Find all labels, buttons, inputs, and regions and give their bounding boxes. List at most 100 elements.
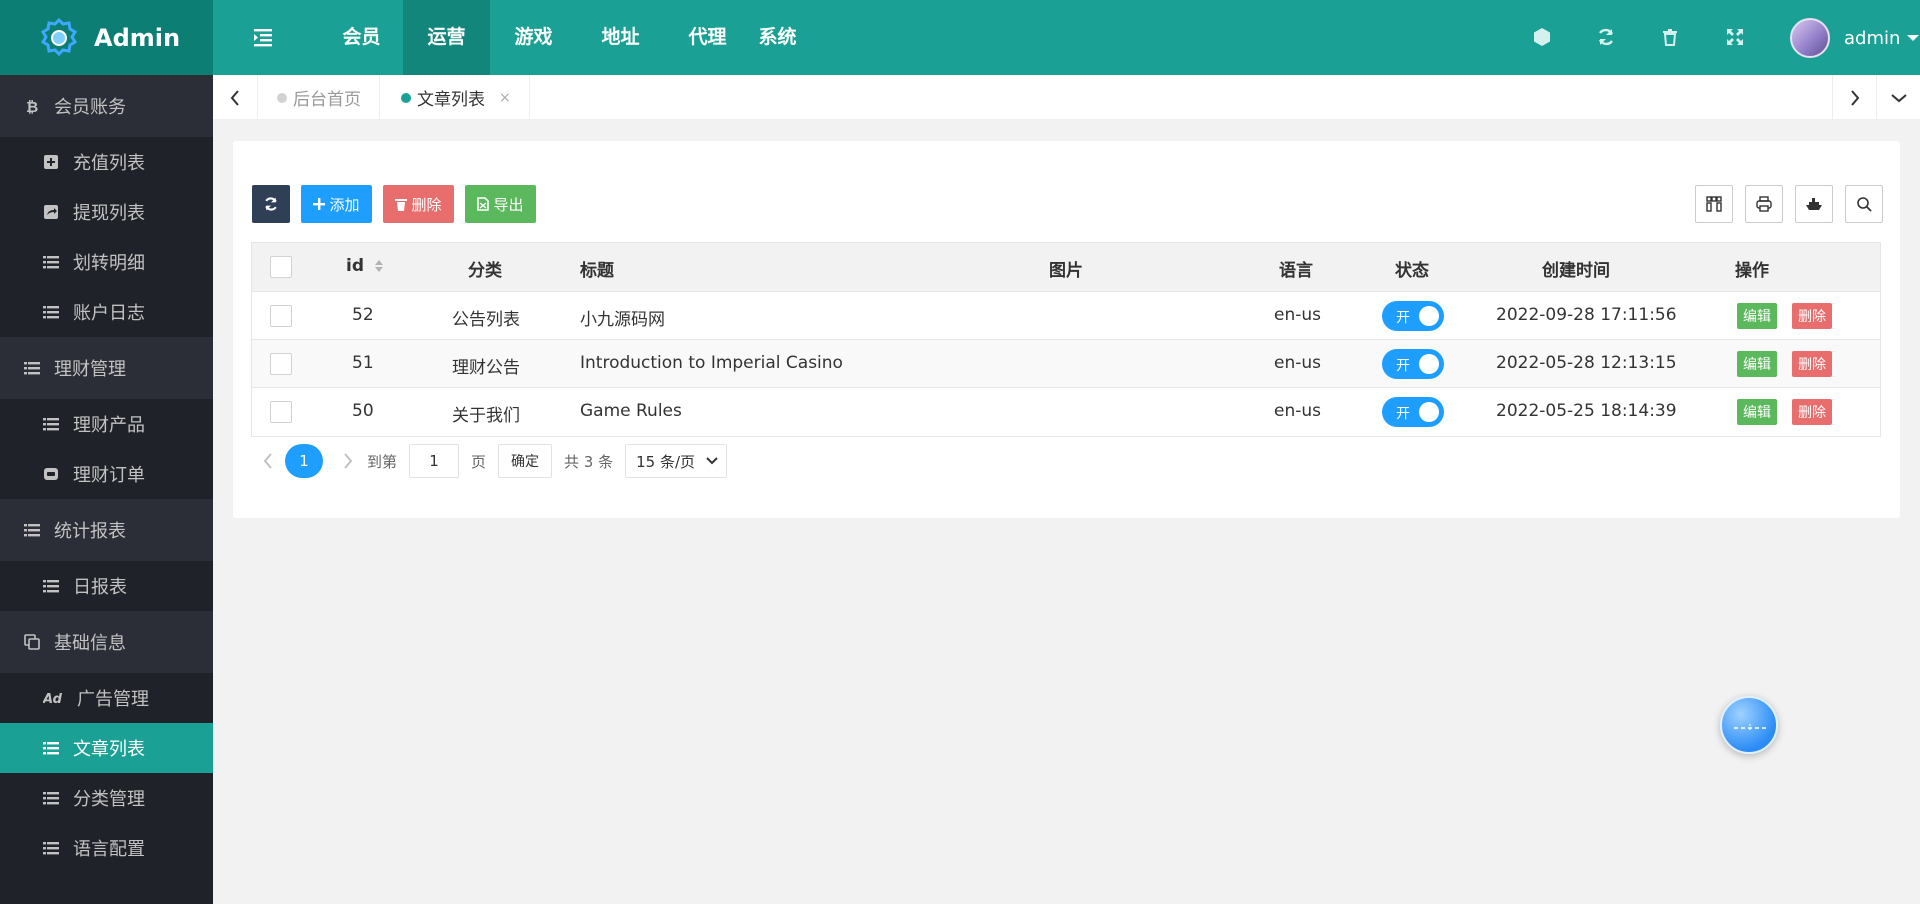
tab-scroll-left-button[interactable] [213, 75, 258, 120]
edit-button[interactable]: 编辑 [1737, 351, 1777, 377]
plus-icon [313, 198, 326, 210]
language-cell: en-us [1274, 401, 1321, 421]
row-delete-button[interactable]: 删除 [1792, 399, 1832, 425]
nav-games[interactable]: 游戏 [490, 0, 577, 75]
sidebar-item-daily-report[interactable]: 日报表 [0, 561, 213, 611]
list-icon [43, 579, 59, 593]
select-all-checkbox[interactable] [270, 256, 292, 278]
refresh-button[interactable] [252, 185, 290, 223]
top-nav: 会员 运营 游戏 地址 代理 系统 [320, 0, 804, 75]
copy-icon [24, 634, 40, 650]
menu-toggle-icon[interactable] [252, 27, 274, 47]
list-icon [43, 305, 59, 319]
sidebar-item-ads[interactable]: Ad 广告管理 [0, 673, 213, 723]
tab-label: 后台首页 [293, 90, 361, 110]
chevron-right-icon [1850, 89, 1860, 106]
row-checkbox[interactable] [270, 305, 292, 327]
list-icon [43, 791, 59, 805]
sidebar-item-transfer-details[interactable]: 划转明细 [0, 237, 213, 287]
table-header: id 分类 标题 图片 语言 状态 创建时间 操作 [252, 243, 1880, 292]
ticket-icon [43, 466, 59, 482]
sidebar-item-categories[interactable]: 分类管理 [0, 773, 213, 823]
title-cell: Game Rules [580, 401, 682, 421]
nav-operations[interactable]: 运营 [403, 0, 490, 75]
cube-icon[interactable] [1532, 27, 1552, 47]
title-cell: 小九源码网 [580, 310, 665, 330]
language-cell: en-us [1274, 305, 1321, 325]
print-button[interactable] [1745, 185, 1783, 223]
nav-address[interactable]: 地址 [577, 0, 664, 75]
refresh-icon[interactable] [1596, 27, 1616, 47]
sidebar-item-language-config[interactable]: 语言配置 [0, 823, 213, 873]
nav-member[interactable]: 会员 [320, 0, 403, 75]
edit-button[interactable]: 编辑 [1737, 303, 1777, 329]
avatar [1790, 18, 1830, 58]
goto-confirm-button[interactable]: 确定 [498, 444, 553, 478]
status-switch[interactable]: 开 [1382, 349, 1444, 379]
row-checkbox[interactable] [270, 353, 292, 375]
caret-down-icon [1906, 33, 1920, 43]
delete-button[interactable]: 删除 [383, 185, 454, 223]
sort-icon[interactable] [374, 258, 384, 274]
created-column-header: 创建时间 [1542, 261, 1610, 281]
created-cell: 2022-09-28 17:11:56 [1496, 305, 1677, 325]
status-switch[interactable]: 开 [1382, 397, 1444, 427]
nav-system[interactable]: 系统 [751, 0, 804, 75]
sidebar-group-reports[interactable]: 统计报表 [0, 499, 213, 561]
export-data-button[interactable] [1795, 185, 1833, 223]
gear-logo-icon [38, 17, 80, 59]
next-page-icon[interactable] [343, 453, 353, 469]
floating-assistant-button[interactable] [1720, 696, 1778, 754]
export-button[interactable]: 导出 [465, 185, 536, 223]
export-icon [477, 197, 490, 211]
tab-articles[interactable]: 文章列表 × [383, 75, 530, 120]
tab-menu-button[interactable] [1876, 75, 1920, 120]
row-checkbox[interactable] [270, 401, 292, 423]
goto-label: 到第 [367, 452, 398, 471]
id-column-header[interactable]: id [346, 256, 384, 276]
goto-page-input[interactable] [409, 444, 460, 478]
tab-home[interactable]: 后台首页 [259, 75, 380, 120]
switch-knob [1419, 402, 1439, 422]
sidebar: ₿ 会员账务 充值列表 提现列表 划转明细 账户日志 理财管理 理财产品 理财订… [0, 75, 213, 904]
content-card: 添加 删除 导出 id 分类 标题 图片 语言 状态 创建时间 操作 52 公告… [233, 141, 1900, 518]
sidebar-item-withdraw[interactable]: 提现列表 [0, 187, 213, 237]
add-button[interactable]: 添加 [301, 185, 372, 223]
ship-icon [1805, 196, 1823, 212]
list-icon [24, 361, 40, 375]
fullscreen-icon[interactable] [1725, 27, 1745, 47]
category-cell: 公告列表 [452, 310, 520, 330]
sidebar-group-finance[interactable]: 理财管理 [0, 337, 213, 399]
title-cell: Introduction to Imperial Casino [580, 353, 843, 373]
sidebar-item-account-log[interactable]: 账户日志 [0, 287, 213, 337]
sidebar-item-finance-products[interactable]: 理财产品 [0, 399, 213, 449]
user-menu[interactable]: admin [1790, 18, 1920, 58]
edit-button[interactable]: 编辑 [1737, 399, 1777, 425]
prev-page-icon[interactable] [263, 453, 273, 469]
page-number-current[interactable]: 1 [285, 444, 323, 478]
columns-button[interactable] [1695, 185, 1733, 223]
close-icon[interactable]: × [499, 90, 511, 106]
created-cell: 2022-05-28 12:13:15 [1496, 353, 1677, 373]
category-cell: 关于我们 [452, 406, 520, 426]
pagination: 1 到第 页 确定 共 3 条 15 条/页 [251, 444, 728, 478]
sidebar-group-basic-info[interactable]: 基础信息 [0, 611, 213, 673]
sidebar-item-recharge[interactable]: 充值列表 [0, 137, 213, 187]
search-toggle-button[interactable] [1845, 185, 1883, 223]
sidebar-group-member-accounts[interactable]: ₿ 会员账务 [0, 75, 213, 137]
svg-text:Ad: Ad [43, 692, 63, 706]
trash-icon[interactable] [1660, 27, 1680, 47]
tab-scroll-right-button[interactable] [1832, 75, 1877, 120]
sidebar-item-articles[interactable]: 文章列表 [0, 723, 213, 773]
logo[interactable]: Admin [0, 0, 213, 75]
nav-agent[interactable]: 代理 [664, 0, 751, 75]
status-switch[interactable]: 开 [1382, 301, 1444, 331]
row-delete-button[interactable]: 删除 [1792, 351, 1832, 377]
sidebar-item-finance-orders[interactable]: 理财订单 [0, 449, 213, 499]
id-cell: 51 [352, 353, 374, 373]
category-cell: 理财公告 [452, 358, 520, 378]
per-page-select[interactable]: 15 条/页 [625, 444, 728, 478]
row-delete-button[interactable]: 删除 [1792, 303, 1832, 329]
language-column-header: 语言 [1279, 261, 1313, 281]
page-label: 页 [471, 452, 487, 471]
